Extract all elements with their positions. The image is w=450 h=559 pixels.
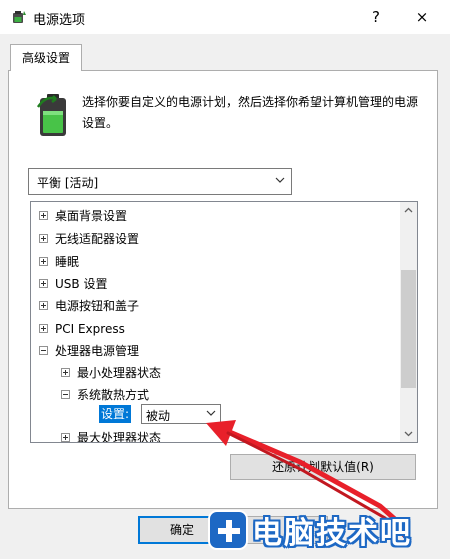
vertical-scrollbar[interactable] (400, 202, 417, 442)
expand-icon[interactable] (39, 234, 48, 243)
power-plan-value: 平衡 [活动] (37, 176, 99, 190)
expand-icon[interactable] (39, 324, 48, 333)
expand-icon[interactable] (61, 368, 70, 377)
expand-icon[interactable] (39, 211, 48, 220)
watermark-text: 电脑技术吧 (252, 516, 412, 551)
power-plan-select[interactable]: 平衡 [活动] (28, 168, 292, 195)
chevron-down-icon (206, 410, 216, 416)
battery-icon (36, 94, 66, 136)
expand-icon[interactable] (61, 433, 70, 442)
expand-icon[interactable] (39, 301, 48, 310)
scroll-thumb[interactable] (401, 270, 416, 388)
window-title: 电源选项 (33, 13, 86, 28)
scroll-up-icon[interactable] (400, 202, 417, 219)
title-bar: 电源选项 ? × (0, 0, 450, 34)
power-options-icon (13, 11, 26, 23)
description-text: 选择你要自定义的电源计划，然后选择你希望计算机管理的电源设置。 (82, 95, 419, 130)
restore-defaults-button[interactable]: 还原计划默认值(R) (230, 454, 416, 480)
ok-button-label: 确定 (170, 523, 195, 537)
expand-icon[interactable] (39, 257, 48, 266)
watermark-logo-icon (208, 510, 248, 550)
cooling-policy-select[interactable]: 被动 (141, 404, 221, 424)
tab-advanced-settings[interactable]: 高级设置 (10, 44, 82, 71)
expand-icon[interactable] (39, 279, 48, 288)
scroll-down-icon[interactable] (400, 425, 417, 442)
cooling-policy-value: 被动 (146, 409, 171, 423)
help-button[interactable]: ? (364, 5, 388, 29)
collapse-icon[interactable] (39, 346, 48, 355)
close-button[interactable]: × (410, 5, 434, 29)
setting-label: 设置: (99, 405, 132, 423)
collapse-icon[interactable] (61, 390, 70, 399)
chevron-down-icon (275, 177, 285, 183)
settings-tree[interactable]: 桌面背景设置 无线适配器设置 睡眠 USB 设置 电源按钮和盖子 PCI Exp… (30, 201, 418, 443)
